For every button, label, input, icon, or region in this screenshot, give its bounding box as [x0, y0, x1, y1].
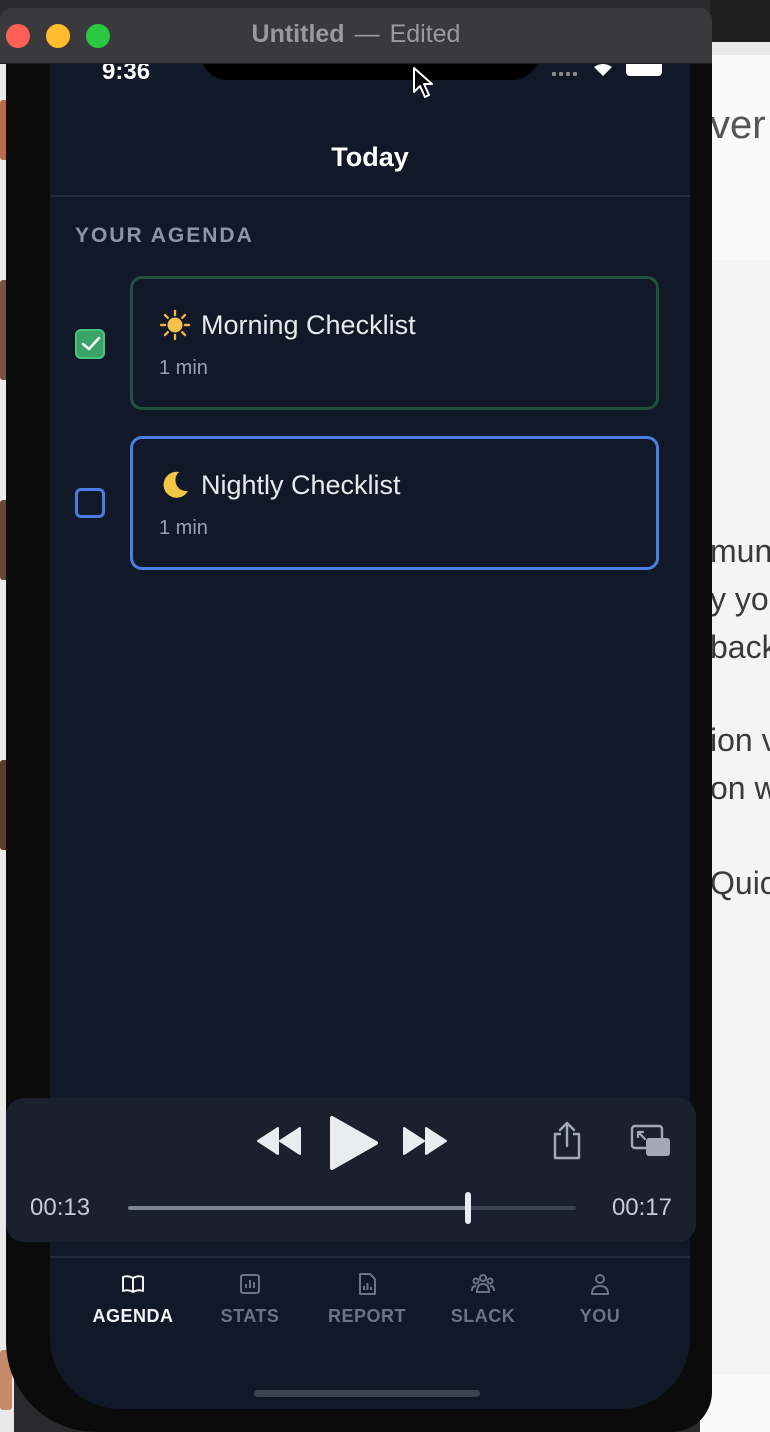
elapsed-time: 00:13 — [30, 1194, 91, 1221]
tab-bar: AGENDA STATS REPORT SLACK YOU — [50, 1272, 690, 1352]
home-indicator[interactable] — [254, 1390, 480, 1397]
doc-fragment: Quic — [710, 865, 770, 901]
window-titlebar[interactable]: Untitled — Edited — [0, 8, 712, 64]
status-time: 9:36 — [102, 64, 151, 85]
group-icon — [471, 1274, 495, 1293]
report-icon — [359, 1273, 376, 1295]
progress-fill — [128, 1206, 469, 1210]
status-indicators — [552, 64, 662, 78]
card-title-row: Morning Checklist — [159, 309, 416, 341]
mouse-cursor-icon — [413, 67, 433, 98]
play-icon[interactable] — [328, 1114, 380, 1172]
doc-fragment: ion v — [710, 722, 770, 758]
tab-label: REPORT — [327, 1306, 406, 1326]
rewind-icon[interactable] — [256, 1124, 302, 1158]
doc-fragment: ver — [710, 103, 766, 147]
tab-you[interactable]: YOU — [540, 1272, 660, 1327]
tab-label: AGENDA — [92, 1306, 174, 1326]
progress-slider[interactable] — [128, 1192, 576, 1224]
card-title: Morning Checklist — [201, 309, 416, 340]
morning-checklist-checkbox[interactable] — [75, 329, 105, 359]
tab-label: YOU — [579, 1306, 621, 1326]
picture-in-picture-icon[interactable] — [630, 1124, 672, 1158]
tab-report[interactable]: REPORT — [307, 1272, 427, 1327]
page-title: Today — [331, 142, 409, 172]
card-duration: 1 min — [159, 517, 208, 539]
stats-icon — [240, 1274, 260, 1294]
section-label: YOUR AGENDA — [75, 224, 254, 247]
nightly-checklist-card[interactable]: Nightly Checklist 1 min — [130, 436, 659, 570]
sun-icon — [159, 309, 191, 341]
card-duration: 1 min — [159, 357, 208, 379]
nav-divider — [50, 195, 690, 197]
window-title: Untitled — Edited — [0, 20, 712, 49]
window-title-separator: — — [354, 20, 380, 48]
progress-thumb[interactable] — [465, 1192, 472, 1224]
doc-fragment: mun — [710, 533, 770, 569]
book-icon — [122, 1275, 144, 1293]
tab-label: STATS — [220, 1306, 280, 1326]
tab-label: SLACK — [450, 1306, 516, 1326]
morning-checklist-card[interactable]: Morning Checklist 1 min — [130, 276, 659, 410]
share-icon[interactable] — [552, 1120, 582, 1160]
total-time: 00:17 — [611, 1194, 672, 1221]
battery-icon — [626, 64, 662, 76]
wifi-icon — [594, 64, 612, 76]
tab-stats[interactable]: STATS — [190, 1272, 310, 1327]
doc-fragment: back — [710, 629, 770, 665]
checkmark-icon — [81, 336, 101, 351]
phone-notch — [200, 64, 540, 80]
card-title: Nightly Checklist — [201, 469, 401, 500]
doc-fragment: on w — [710, 770, 770, 806]
tab-bar-divider — [50, 1256, 690, 1258]
simulator-window: Untitled — Edited 9:36 Today YOUR AGENDA — [0, 8, 712, 1432]
doc-fragment: y yo — [710, 581, 769, 617]
window-title-status: Edited — [389, 20, 461, 48]
nightly-checklist-checkbox[interactable] — [75, 488, 105, 518]
person-icon — [591, 1274, 609, 1295]
tab-agenda[interactable]: AGENDA — [73, 1272, 193, 1327]
cellular-signal-icon — [552, 68, 580, 76]
card-title-row: Nightly Checklist — [159, 469, 401, 501]
fast-forward-icon[interactable] — [402, 1124, 448, 1158]
media-player: 00:13 00:17 — [6, 1098, 696, 1242]
tab-slack[interactable]: SLACK — [423, 1272, 543, 1327]
background-window-topbar — [710, 0, 770, 55]
moon-icon — [163, 471, 188, 498]
window-title-name: Untitled — [251, 20, 345, 48]
